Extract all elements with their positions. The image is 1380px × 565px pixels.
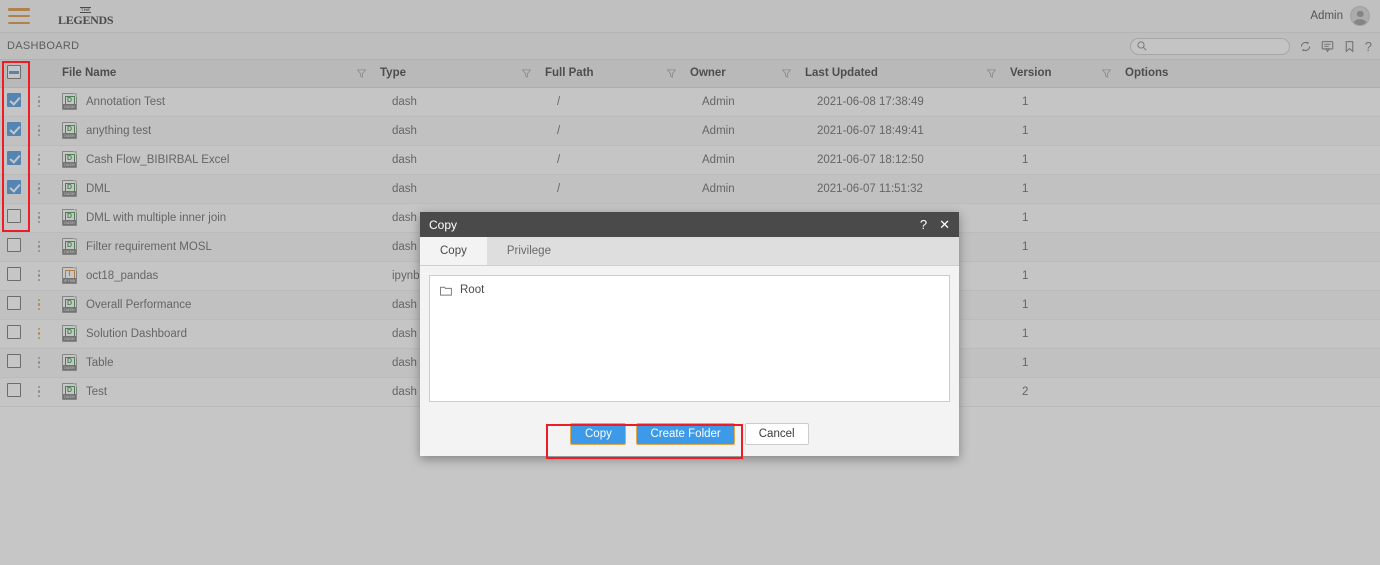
dialog-title-bar: Copy ? ✕: [420, 212, 959, 237]
tab-privilege[interactable]: Privilege: [487, 237, 571, 265]
tree-node-label: Root: [460, 284, 485, 296]
dialog-title: Copy: [429, 217, 458, 232]
dialog-close-icon[interactable]: ✕: [939, 218, 950, 231]
folder-icon: [440, 286, 452, 296]
tree-node-root[interactable]: Root: [440, 284, 939, 296]
create-folder-button[interactable]: Create Folder: [636, 422, 735, 445]
dialog-help-icon[interactable]: ?: [920, 218, 927, 231]
folder-tree[interactable]: Root: [429, 275, 950, 402]
copy-button[interactable]: Copy: [570, 422, 627, 445]
tab-copy[interactable]: Copy: [420, 237, 487, 265]
dialog-body: Root: [420, 266, 959, 411]
dialog-footer: Copy Create Folder Cancel: [420, 411, 959, 456]
dialog-tabs: Copy Privilege: [420, 237, 959, 266]
copy-dialog: Copy ? ✕ Copy Privilege Root Copy Create…: [420, 212, 959, 456]
cancel-button[interactable]: Cancel: [744, 422, 809, 445]
